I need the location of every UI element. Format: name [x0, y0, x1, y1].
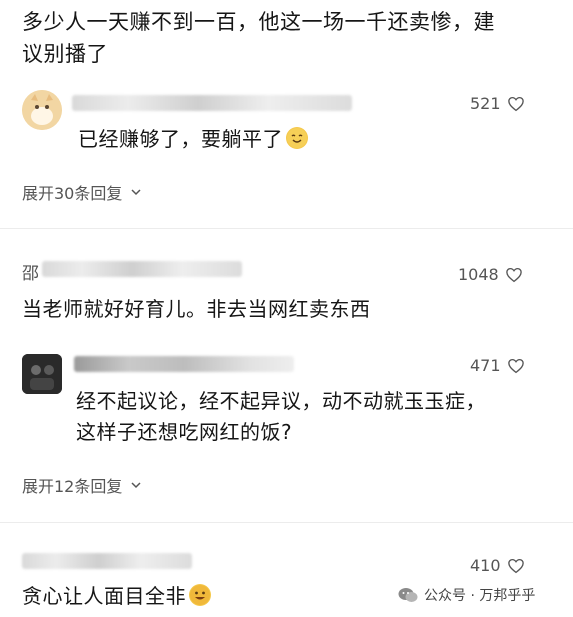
smiling-cat-emoji-icon: [286, 127, 308, 149]
comment-2-text: 当老师就好好育儿。非去当网红卖东西: [22, 297, 371, 321]
comment-3-text-row: 贪心让人面目全非: [22, 581, 211, 612]
watermark: 公众号 · 万邦乎乎: [398, 585, 535, 605]
reply-1-like-button[interactable]: 521: [470, 94, 525, 113]
divider: [0, 522, 573, 523]
top-comment-line-1: 多少人一天赚不到一百，他这一场一千还卖惨，建: [22, 10, 495, 34]
comment-2-like-button[interactable]: 1048: [458, 265, 523, 284]
reply-1-text: 已经赚够了，要躺平了: [78, 127, 283, 151]
watermark-label: 公众号 · 万邦乎乎: [424, 588, 536, 604]
comment-3-text: 贪心让人面目全非: [22, 584, 186, 608]
top-comment-text: 多少人一天赚不到一百，他这一场一千还卖惨，建 议别播了: [22, 6, 562, 70]
comment-2-author-blurred: [42, 261, 242, 277]
reply-2-avatar[interactable]: [22, 354, 62, 394]
divider: [0, 228, 573, 229]
expand-replies-1-button[interactable]: 展开30条回复: [22, 180, 142, 204]
expand-replies-1-label: 展开30条回复: [22, 184, 123, 203]
reply-2-like-count: 471: [470, 356, 501, 375]
reply-2-like-button[interactable]: 471: [470, 356, 525, 375]
comment-2-like-count: 1048: [458, 265, 499, 284]
chevron-down-icon: [131, 189, 141, 196]
cat-avatar-icon: [22, 90, 62, 130]
comment-2-author-initial: 邵: [22, 264, 39, 284]
reply-2-line-2: 这样子还想吃网红的饭?: [76, 420, 293, 444]
expand-replies-2-button[interactable]: 展开12条回复: [22, 473, 142, 497]
grinning-emoji-icon: [189, 584, 211, 606]
reply-1-like-count: 521: [470, 94, 501, 113]
expand-replies-2-label: 展开12条回复: [22, 477, 123, 496]
reply-2-line-1: 经不起议论，经不起异议，动不动就玉玉症，: [76, 389, 486, 413]
comment-3-like-count: 410: [470, 556, 501, 575]
top-comment-line-2: 议别播了: [22, 42, 108, 66]
reply-1-avatar[interactable]: [22, 90, 62, 130]
comment-3-author-blurred: [22, 553, 192, 569]
reply-2-text: 经不起议论，经不起异议，动不动就玉玉症， 这样子还想吃网红的饭?: [76, 386, 556, 448]
wechat-official-account-icon: [398, 588, 418, 602]
heart-icon: [507, 358, 524, 373]
reply-1-text-row: 已经赚够了，要躺平了: [78, 124, 308, 155]
figure-avatar-icon: [22, 354, 62, 394]
heart-icon: [507, 96, 524, 111]
reply-2-author-blurred: [74, 356, 294, 372]
comment-3-like-button[interactable]: 410: [470, 556, 525, 575]
heart-icon: [507, 558, 524, 573]
reply-1-author-blurred: [72, 95, 352, 111]
heart-icon: [505, 267, 522, 282]
chevron-down-icon: [131, 482, 141, 489]
